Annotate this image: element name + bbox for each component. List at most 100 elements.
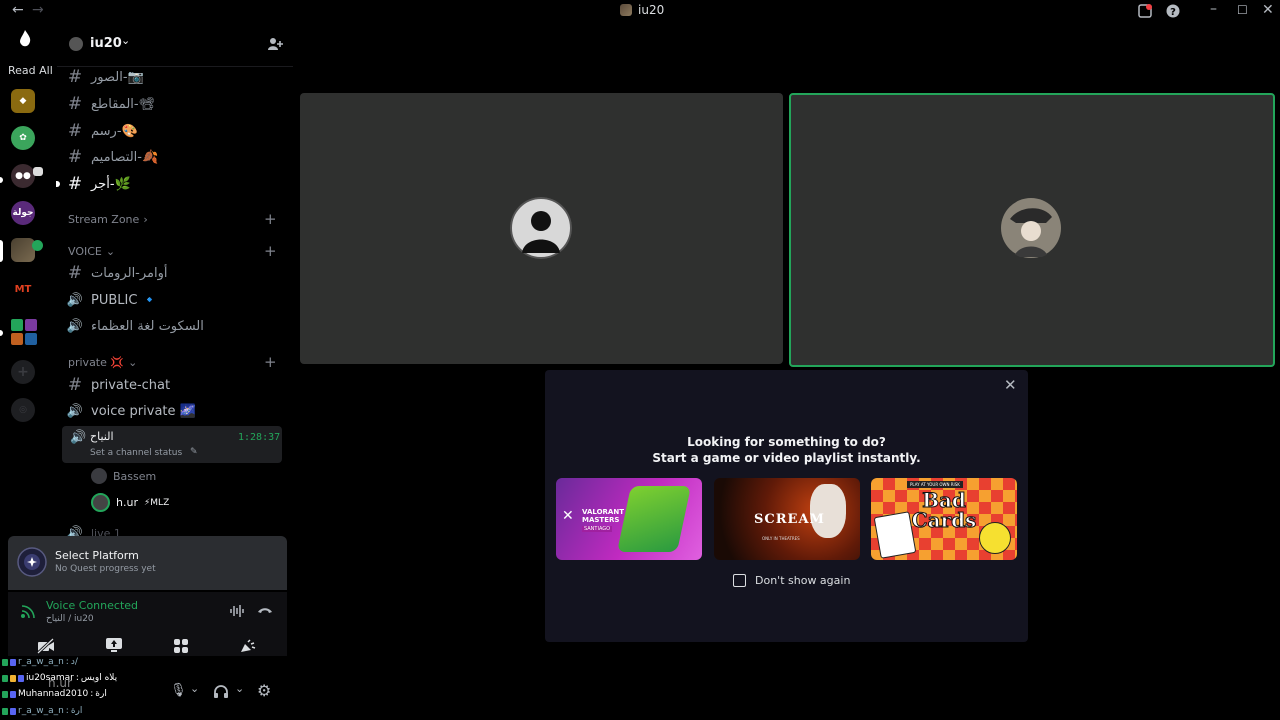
category-stream-zone[interactable]: Stream Zone ›	[68, 213, 148, 226]
checkbox-box[interactable]	[733, 574, 746, 587]
participant-tile[interactable]	[300, 93, 783, 364]
chat-user: r_a_w_a_n	[18, 706, 64, 716]
channel-item[interactable]: # private-chat	[65, 374, 285, 396]
card-title: VALORANT MASTERS	[582, 508, 624, 524]
window-title-text: iu20	[638, 3, 665, 17]
category-voice[interactable]: VOICE ⌄	[68, 245, 115, 258]
channel-item[interactable]: # الصور-📷	[65, 66, 285, 88]
server-rail: Read All ◆ ✿ ●● جولة MT + ◎	[0, 22, 56, 532]
voice-member[interactable]: h.ur ⚡MLZ	[91, 493, 169, 512]
card-art	[810, 484, 846, 538]
unread-pill	[0, 177, 3, 183]
channel-status[interactable]: Set a channel status	[90, 448, 182, 458]
category-label: VOICE	[68, 245, 102, 258]
disconnect-icon[interactable]	[257, 605, 273, 615]
back-arrow-icon[interactable]: ←	[12, 2, 24, 18]
channel-item-unread[interactable]: # أجر-🌿	[65, 173, 285, 195]
voice-channel-active[interactable]: 🔊 النياح 1:28:37 Set a channel status ✎	[62, 426, 282, 463]
channel-label: الصور-📷	[91, 69, 144, 85]
channel-item[interactable]: # المقاطع-📽	[65, 93, 285, 115]
channel-label: private-chat	[91, 377, 171, 393]
plus-icon[interactable]: +	[264, 210, 277, 228]
hash-icon: #	[67, 147, 83, 167]
maximize-icon[interactable]: ☐	[1237, 3, 1248, 17]
add-user-icon[interactable]	[267, 36, 283, 52]
chevron-down-icon[interactable]: ⌄	[190, 682, 199, 695]
camera-off-icon[interactable]	[37, 638, 55, 654]
modal-line-1: Looking for something to do?	[687, 435, 886, 449]
read-all-button[interactable]: Read All	[8, 64, 53, 77]
voice-member[interactable]: Bassem	[91, 468, 156, 484]
plus-icon[interactable]: +	[264, 242, 277, 260]
server-folder[interactable]	[11, 319, 37, 345]
voice-channel-item[interactable]: 🔊 PUBLIC 🔹	[65, 289, 285, 311]
channel-label: voice private 🌌	[91, 403, 196, 419]
voice-channel-item[interactable]: 🔊 voice private 🌌	[65, 400, 285, 422]
channel-label: السكوت لغة العظماء	[91, 318, 204, 334]
pencil-icon[interactable]: ✎	[190, 447, 198, 457]
voice-location: النياح / iu20	[46, 614, 94, 624]
card-subtitle: ONLY IN THEATRES	[762, 536, 800, 541]
category-label: private 💢	[68, 356, 125, 369]
participant-avatar	[1001, 198, 1061, 258]
close-icon[interactable]: ✕	[1004, 376, 1017, 394]
plus-icon[interactable]: +	[264, 353, 277, 371]
quest-panel[interactable]: Select Platform No Quest progress yet	[8, 536, 287, 590]
forward-arrow-icon[interactable]: →	[32, 2, 44, 18]
discover-icon[interactable]: ◎	[11, 398, 35, 422]
hash-icon: #	[67, 67, 83, 87]
server-icon[interactable]: ✿	[11, 126, 35, 150]
chat-overlay-line: r_a_w_a_n: د/	[2, 657, 78, 667]
activity-card-valorant[interactable]: ✕ VALORANT MASTERS SANTIAGO	[556, 478, 702, 560]
badge-icon	[10, 658, 16, 666]
noise-suppression-icon[interactable]	[229, 604, 245, 618]
chat-text: يلاه اويس	[80, 673, 118, 683]
channel-item[interactable]: # رسم-🎨	[65, 120, 285, 142]
category-private[interactable]: private 💢 ⌄	[68, 356, 137, 369]
card-subtitle: PLAY AT YOUR OWN RISK	[907, 481, 963, 488]
inbox-icon[interactable]	[1138, 4, 1152, 18]
chevron-down-icon[interactable]: ⌄	[235, 682, 244, 695]
card-art	[873, 511, 917, 559]
close-icon[interactable]: ✕	[1262, 2, 1274, 18]
activity-card-bad-cards[interactable]: PLAY AT YOUR OWN RISK Bad Cards	[871, 478, 1017, 560]
server-icon[interactable]: جولة	[11, 201, 35, 225]
mic-icon[interactable]: 🎙	[170, 683, 187, 698]
add-server-icon[interactable]: +	[11, 360, 35, 384]
checkbox-label: Don't show again	[755, 574, 851, 587]
help-icon[interactable]: ?	[1166, 4, 1180, 18]
server-icon[interactable]: MT	[11, 277, 35, 301]
channel-label: أجر-🌿	[91, 176, 131, 192]
valorant-logo-icon: ✕	[562, 508, 574, 524]
chat-text: د/	[70, 657, 78, 667]
speaker-lock-icon: 🔊	[66, 403, 84, 419]
voice-status[interactable]: Voice Connected	[46, 599, 138, 612]
settings-icon[interactable]: ⚙	[257, 681, 271, 700]
soundboard-icon[interactable]	[239, 638, 257, 654]
server-icon[interactable]: ●●	[11, 164, 35, 188]
channel-item[interactable]: # التصاميم-🍂	[65, 146, 285, 168]
voice-channel-item[interactable]: 🔊 السكوت لغة العظماء	[65, 315, 285, 337]
channel-label: النياح	[90, 430, 114, 443]
call-timer: 1:28:37	[238, 432, 281, 443]
signal-icon[interactable]	[20, 603, 36, 619]
minimize-icon[interactable]: –	[1210, 1, 1217, 17]
activity-suggestion-modal: ✕ Looking for something to do? Start a g…	[545, 370, 1028, 642]
participant-tile-speaking[interactable]	[789, 93, 1275, 367]
channel-item[interactable]: # أوامر-الرومات	[65, 262, 285, 284]
activities-icon[interactable]	[173, 638, 189, 654]
headphones-icon[interactable]	[213, 684, 229, 699]
modal-heading: Looking for something to do? Start a gam…	[545, 434, 1028, 466]
server-icon[interactable]: ◆	[11, 89, 35, 113]
screen-share-icon[interactable]	[105, 637, 123, 653]
server-icon-active[interactable]	[11, 238, 35, 262]
server-header[interactable]: iu20 ⌄	[57, 22, 293, 67]
hash-icon: #	[67, 174, 83, 194]
quest-title: Select Platform	[55, 549, 139, 562]
speaker-icon: 🔊	[66, 318, 84, 334]
chat-overlay-line: r_a_w_a_n: ارة	[2, 706, 82, 716]
activity-card-scream[interactable]: SCREAM ONLY IN THEATRES	[714, 478, 860, 560]
speaker-icon: 🔊	[66, 292, 84, 308]
dont-show-again-checkbox[interactable]: Don't show again	[733, 574, 850, 587]
flame-logo-icon[interactable]	[15, 28, 35, 48]
